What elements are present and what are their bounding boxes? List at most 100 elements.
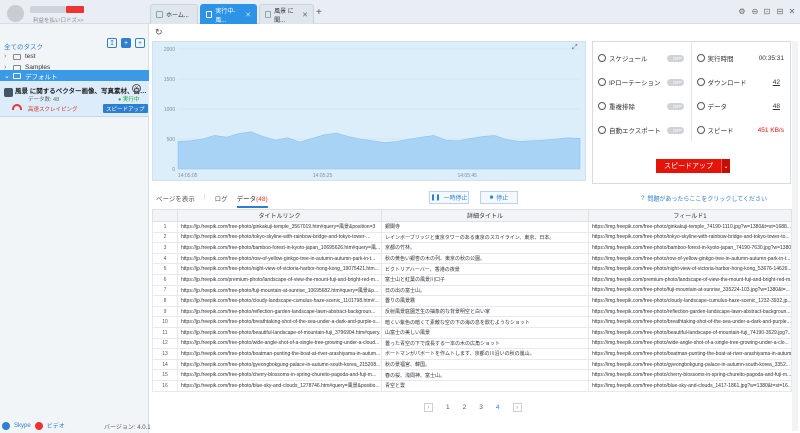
stop-button[interactable]: ■ 停止	[480, 191, 518, 204]
download-value[interactable]: 42	[773, 79, 780, 86]
row-number: 14	[152, 358, 178, 371]
field1-cell: https://img.freepik.com/free-photo/cloud…	[588, 295, 792, 307]
username-redacted	[30, 6, 66, 13]
pause-button[interactable]: ❚❚ 一時停止	[429, 191, 469, 204]
table-row[interactable]: 14 https://jp.freepik.com/free-photo/gyeo…	[152, 358, 792, 371]
schedule-toggle[interactable]: OFF	[667, 54, 684, 62]
maximize-icon[interactable]: ⊟	[775, 6, 785, 16]
user-avatar[interactable]	[7, 5, 24, 22]
column-header[interactable]: 詳細タイトル	[381, 209, 589, 222]
add-folder-icon[interactable]: +	[121, 38, 131, 48]
task-name: 風景 に関するベクター画像、写真素材、白…	[15, 88, 147, 95]
table-row[interactable]: 10 https://jp.freepik.com/free-photo/brea…	[152, 316, 792, 328]
detail-title-cell: 曇りの風景霧	[381, 295, 589, 307]
data-value[interactable]: 48	[773, 103, 780, 110]
page-4-current[interactable]: 4	[496, 404, 500, 411]
chevron-down-icon[interactable]: ⌄	[721, 159, 730, 173]
table-row[interactable]: 5 https://jp.freepik.com/free-photo/night…	[152, 263, 792, 275]
all-tasks-link[interactable]: 全てのタスク	[4, 41, 43, 51]
tab-running[interactable]: 実行中-風... ✕	[200, 4, 257, 24]
table-row[interactable]: 13 https://jp.freepik.com/free-photo/boat…	[152, 348, 792, 360]
column-header[interactable]: フィールド1	[588, 209, 792, 222]
table-row[interactable]: 12 https://jp.freepik.com/free-photo/wide…	[152, 337, 792, 350]
speedup-button[interactable]: スピードアップ	[103, 104, 148, 113]
ip-rotation-toggle[interactable]: OFF	[667, 78, 684, 86]
timer-icon	[696, 54, 705, 62]
settings-icon[interactable]: ⚙	[737, 6, 747, 16]
field1-cell: https://img.freepik.com/free-photo/blue-…	[588, 379, 792, 392]
title-link-cell: https://jp.freepik.com/free-photo/tokyo-…	[177, 231, 382, 244]
import-icon[interactable]: ↥	[107, 38, 117, 48]
new-tab-button[interactable]: +	[316, 7, 322, 18]
plan-link[interactable]: 利益を払い口ドズ>>	[33, 16, 83, 24]
y-tick-label: 1000	[164, 107, 175, 113]
title-link-cell: https://jp.freepik.com/free-photo/ginkak…	[177, 221, 382, 233]
minimize-icon[interactable]: ⊡	[762, 6, 772, 16]
table-row[interactable]: 15 https://jp.freepik.com/free-photo/cher…	[152, 369, 792, 381]
table-row[interactable]: 2 https://jp.freepik.com/free-photo/tokyo…	[152, 231, 792, 244]
table-row[interactable]: 16 https://jp.freepik.com/free-photo/blue…	[152, 379, 792, 392]
data-tabs: ページを表示 | ログ データ(48)	[156, 193, 268, 208]
skype-link[interactable]: Skype	[14, 423, 31, 429]
stop-icon: ■	[489, 194, 494, 201]
runtime-row: 実行時間 00:35:31	[692, 46, 791, 70]
table-row[interactable]: 3 https://jp.freepik.com/free-photo/bambo…	[152, 242, 792, 254]
page-2[interactable]: 2	[463, 404, 467, 411]
title-link-cell: https://jp.freepik.com/free-photo/breath…	[177, 316, 382, 328]
pause-label: 一時停止	[443, 196, 468, 202]
auto-export-toggle[interactable]: OFF	[667, 126, 684, 134]
folder-default[interactable]: ⌄ デフォルト	[0, 70, 149, 81]
title-link-cell: https://jp.freepik.com/free-photo/gyeong…	[177, 358, 382, 371]
field1-cell: https://img.freepik.com/free-photo/wide-…	[588, 337, 792, 350]
video-link[interactable]: ビデオ	[47, 421, 65, 430]
title-link-cell: https://jp.freepik.com/free-photo/cloudy…	[177, 295, 382, 307]
table-row[interactable]: 6 https://jp.freepik.com/premium-photo/la…	[152, 273, 792, 286]
table-row[interactable]: 8 https://jp.freepik.com/free-photo/cloud…	[152, 295, 792, 307]
field1-cell: https://img.freepik.com/free-photo/ginka…	[588, 221, 792, 233]
speed-area-series	[177, 131, 581, 170]
data-label: データ	[707, 104, 728, 111]
table-row[interactable]: 9 https://jp.freepik.com/free-photo/refle…	[152, 305, 792, 318]
column-header[interactable]	[152, 209, 178, 222]
tab-label: ホーム...	[166, 13, 189, 19]
row-number: 12	[152, 337, 178, 350]
tab-data[interactable]: データ(48)	[236, 193, 268, 208]
field1-cell: https://img.freepik.com/free-photo/cherr…	[588, 369, 792, 381]
row-number: 8	[152, 295, 178, 307]
close-icon[interactable]: ✕	[302, 11, 308, 19]
page-3[interactable]: 3	[479, 404, 483, 411]
field1-cell: https://img.freepik.com/free-photo/breat…	[588, 316, 792, 328]
table-row[interactable]: 7 https://jp.freepik.com/free-photo/fuji-…	[152, 284, 792, 297]
page-1[interactable]: 1	[446, 404, 450, 411]
new-task-icon[interactable]: +	[135, 38, 145, 48]
table-row[interactable]: 11 https://jp.freepik.com/free-photo/beau…	[152, 326, 792, 339]
field1-cell: https://img.freepik.com/free-photo/refle…	[588, 305, 792, 318]
download-label: ダウンロード	[707, 80, 747, 87]
title-link-cell: https://jp.freepik.com/free-photo/reflec…	[177, 305, 382, 318]
next-page-icon[interactable]: ›	[512, 403, 522, 412]
tab-page-view[interactable]: ページを表示	[156, 193, 195, 208]
scrollbar[interactable]	[792, 41, 798, 431]
speed-row: スピード 451 KB/s	[692, 118, 791, 142]
folder-test[interactable]: › test	[0, 51, 149, 62]
column-header[interactable]: タイトルリンク	[177, 209, 382, 222]
tab-landscape[interactable]: 風景 に聞... ✕	[259, 4, 314, 24]
table-row[interactable]: 4 https://jp.freepik.com/free-photo/row-o…	[152, 252, 792, 265]
tab-log[interactable]: ログ	[215, 193, 228, 208]
expand-icon[interactable]: ⤢	[572, 44, 578, 52]
close-window-icon[interactable]: ✕	[787, 6, 797, 16]
close-icon[interactable]: ✕	[245, 11, 251, 19]
auto-export-row: 自動エクスポート OFF	[593, 118, 691, 142]
refresh-icon[interactable]: ↻	[155, 27, 163, 38]
info-icon[interactable]: ⊖	[750, 6, 760, 16]
chevron-down-icon: ⌄	[4, 72, 10, 80]
help-link[interactable]: ? 問題があったらここをクリックしてください	[641, 194, 767, 204]
close-icon[interactable]: ✕	[132, 84, 141, 93]
download-row: ダウンロード 42	[692, 70, 791, 94]
table-row[interactable]: 1 https://jp.freepik.com/free-photo/ginka…	[152, 221, 792, 233]
dedupe-toggle[interactable]: OFF	[667, 102, 684, 110]
tab-home[interactable]: ホーム...	[150, 4, 198, 24]
prev-page-icon[interactable]: ‹	[424, 403, 433, 412]
runtime-label: 実行時間	[707, 56, 734, 63]
speedup-main-button[interactable]: スピードアップ	[656, 159, 721, 173]
